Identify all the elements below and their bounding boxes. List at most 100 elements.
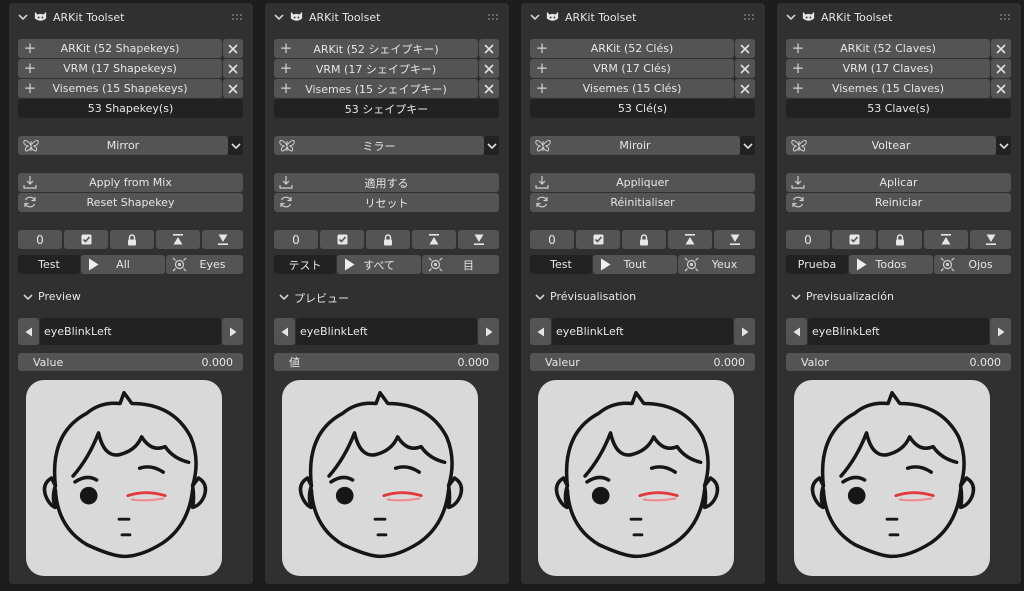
remove-vrm-button[interactable] — [735, 59, 755, 78]
mirror-select[interactable]: ミラー — [274, 136, 484, 155]
remove-visemes-button[interactable] — [991, 79, 1011, 98]
grip-icon[interactable] — [231, 13, 243, 21]
remove-visemes-button[interactable] — [479, 79, 499, 98]
add-visemes-button[interactable]: + Visemes (15 Clés) — [530, 79, 734, 98]
lock-button[interactable] — [878, 230, 922, 249]
reset-shapekey-button[interactable]: リセット — [274, 193, 499, 212]
move-top-button[interactable] — [156, 230, 200, 249]
move-top-button[interactable] — [668, 230, 712, 249]
apply-from-mix-button[interactable]: Aplicar — [786, 173, 1011, 192]
value-slider[interactable]: Valeur 0.000 — [530, 353, 755, 371]
mirror-select[interactable]: Miroir — [530, 136, 740, 155]
next-shapekey-button[interactable] — [734, 318, 755, 345]
mirror-dropdown-toggle[interactable] — [228, 136, 243, 155]
panel-header[interactable]: ARKit Toolset — [777, 3, 1021, 31]
move-top-button[interactable] — [924, 230, 968, 249]
remove-visemes-button[interactable] — [735, 79, 755, 98]
next-shapekey-button[interactable] — [478, 318, 499, 345]
test-all-button[interactable]: All — [81, 255, 165, 274]
lock-button[interactable] — [622, 230, 666, 249]
preview-section-title[interactable]: Previsualización — [806, 290, 894, 303]
mirror-select[interactable]: Voltear — [786, 136, 996, 155]
test-tab[interactable]: Prueba — [786, 255, 848, 274]
add-visemes-button[interactable]: + Visemes (15 Claves) — [786, 79, 990, 98]
apply-from-mix-button[interactable]: Appliquer — [530, 173, 755, 192]
prev-shapekey-button[interactable] — [786, 318, 807, 345]
zero-button[interactable]: 0 — [530, 230, 574, 249]
add-vrm-button[interactable]: + VRM (17 Claves) — [786, 59, 990, 78]
panel-header[interactable]: ARKit Toolset — [265, 3, 509, 31]
remove-arkit-button[interactable] — [735, 39, 755, 58]
remove-vrm-button[interactable] — [479, 59, 499, 78]
value-slider[interactable]: Value 0.000 — [18, 353, 243, 371]
chevron-down-icon[interactable] — [785, 12, 797, 22]
remove-arkit-button[interactable] — [479, 39, 499, 58]
test-tab[interactable]: Test — [530, 255, 592, 274]
apply-from-mix-button[interactable]: 適用する — [274, 173, 499, 192]
reset-shapekey-button[interactable]: Réinitialiser — [530, 193, 755, 212]
test-all-button[interactable]: Tout — [593, 255, 677, 274]
move-bottom-button[interactable] — [202, 230, 243, 249]
next-shapekey-button[interactable] — [222, 318, 243, 345]
apply-from-mix-button[interactable]: Apply from Mix — [18, 173, 243, 192]
chevron-down-icon[interactable] — [17, 12, 29, 22]
remove-vrm-button[interactable] — [991, 59, 1011, 78]
test-eyes-button[interactable]: Ojos — [934, 255, 1011, 274]
zero-button[interactable]: 0 — [18, 230, 62, 249]
shapekey-name-field[interactable]: eyeBlinkLeft — [552, 318, 733, 345]
remove-vrm-button[interactable] — [223, 59, 243, 78]
add-arkit-button[interactable]: + ARKit (52 Claves) — [786, 39, 990, 58]
chevron-down-icon[interactable] — [273, 12, 285, 22]
add-arkit-button[interactable]: + ARKit (52 シェイプキー) — [274, 39, 478, 58]
test-tab[interactable]: Test — [18, 255, 80, 274]
test-all-button[interactable]: Todos — [849, 255, 933, 274]
chevron-down-icon[interactable] — [529, 12, 541, 22]
add-vrm-button[interactable]: + VRM (17 Clés) — [530, 59, 734, 78]
mirror-dropdown-toggle[interactable] — [996, 136, 1011, 155]
reset-shapekey-button[interactable]: Reset Shapekey — [18, 193, 243, 212]
test-tab[interactable]: テスト — [274, 255, 336, 274]
add-visemes-button[interactable]: + Visemes (15 Shapekeys) — [18, 79, 222, 98]
mirror-dropdown-toggle[interactable] — [484, 136, 499, 155]
remove-visemes-button[interactable] — [223, 79, 243, 98]
mirror-select[interactable]: Mirror — [18, 136, 228, 155]
test-eyes-button[interactable]: 目 — [422, 255, 499, 274]
add-vrm-button[interactable]: + VRM (17 Shapekeys) — [18, 59, 222, 78]
preview-section-title[interactable]: Preview — [38, 290, 81, 303]
add-vrm-button[interactable]: + VRM (17 シェイプキー) — [274, 59, 478, 78]
remove-arkit-button[interactable] — [991, 39, 1011, 58]
value-slider[interactable]: Valor 0.000 — [786, 353, 1011, 371]
shapekey-name-field[interactable]: eyeBlinkLeft — [808, 318, 989, 345]
remove-arkit-button[interactable] — [223, 39, 243, 58]
grip-icon[interactable] — [743, 13, 755, 21]
move-top-button[interactable] — [412, 230, 456, 249]
test-eyes-button[interactable]: Yeux — [678, 255, 755, 274]
add-visemes-button[interactable]: + Visemes (15 シェイプキー) — [274, 79, 478, 98]
preview-section-title[interactable]: プレビュー — [294, 290, 349, 306]
prev-shapekey-button[interactable] — [274, 318, 295, 345]
move-bottom-button[interactable] — [714, 230, 755, 249]
chevron-down-icon[interactable] — [790, 292, 802, 302]
move-bottom-button[interactable] — [458, 230, 499, 249]
shapekey-name-field[interactable]: eyeBlinkLeft — [296, 318, 477, 345]
add-arkit-button[interactable]: + ARKit (52 Shapekeys) — [18, 39, 222, 58]
chevron-down-icon[interactable] — [278, 292, 290, 302]
panel-header[interactable]: ARKit Toolset — [521, 3, 765, 31]
select-button[interactable] — [320, 230, 364, 249]
add-arkit-button[interactable]: + ARKit (52 Clés) — [530, 39, 734, 58]
mirror-dropdown-toggle[interactable] — [740, 136, 755, 155]
lock-button[interactable] — [366, 230, 410, 249]
preview-section-title[interactable]: Prévisualisation — [550, 290, 636, 303]
move-bottom-button[interactable] — [970, 230, 1011, 249]
zero-button[interactable]: 0 — [786, 230, 830, 249]
value-slider[interactable]: 値 0.000 — [274, 353, 499, 371]
grip-icon[interactable] — [999, 13, 1011, 21]
shapekey-name-field[interactable]: eyeBlinkLeft — [40, 318, 221, 345]
next-shapekey-button[interactable] — [990, 318, 1011, 345]
select-button[interactable] — [576, 230, 620, 249]
grip-icon[interactable] — [487, 13, 499, 21]
chevron-down-icon[interactable] — [22, 292, 34, 302]
prev-shapekey-button[interactable] — [18, 318, 39, 345]
zero-button[interactable]: 0 — [274, 230, 318, 249]
test-eyes-button[interactable]: Eyes — [166, 255, 243, 274]
